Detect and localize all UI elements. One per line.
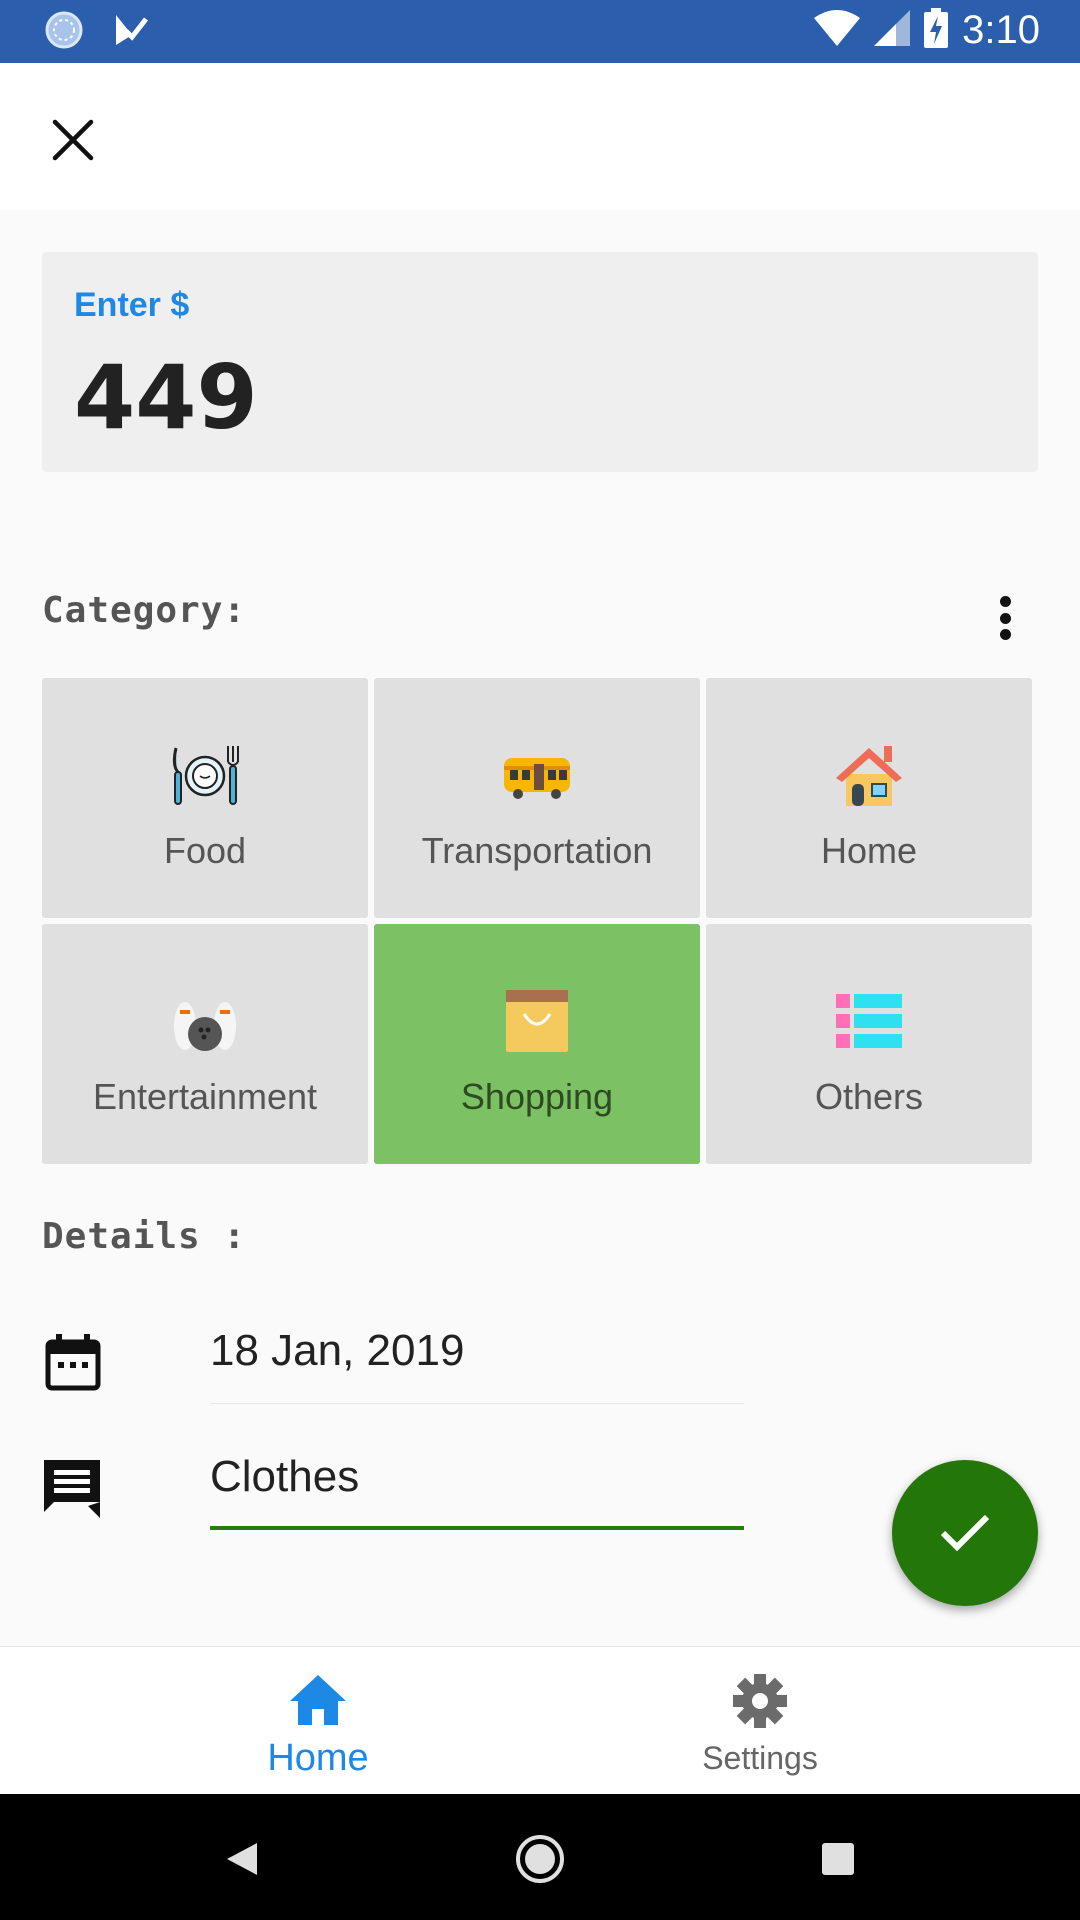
status-bar: 3:10: [0, 0, 1080, 63]
category-label-others: Others: [814, 1076, 924, 1117]
app-bar: [0, 63, 1080, 210]
list-icon: [836, 994, 902, 1048]
category-label-shopping: Shopping: [460, 1076, 614, 1117]
category-label-transportation: Transportation: [421, 830, 653, 871]
more-vert-icon-dot: [999, 612, 1011, 624]
app-notification-icon: [112, 11, 150, 54]
calendar-icon: [45, 1334, 101, 1391]
category-grid: Food Transportation Home Entertainment S…: [42, 678, 1038, 1164]
date-field[interactable]: 18 Jan, 2019: [210, 1314, 744, 1404]
category-food[interactable]: Food: [42, 678, 368, 918]
category-transportation[interactable]: Transportation: [374, 678, 700, 918]
category-shopping[interactable]: Shopping: [374, 924, 700, 1164]
note-row: Clothes: [42, 1440, 744, 1530]
nav-settings-label: Settings: [702, 1740, 818, 1776]
bottom-navigation: Home Settings: [0, 1646, 1080, 1794]
nav-settings[interactable]: Settings: [490, 1647, 1030, 1795]
category-others[interactable]: Others: [706, 924, 1032, 1164]
category-label-food: Food: [163, 830, 247, 871]
comment-icon: [44, 1460, 100, 1518]
category-label-entertainment: Entertainment: [92, 1076, 318, 1117]
sync-icon: [44, 10, 84, 55]
details-label: Details :: [42, 1216, 247, 1257]
plate-cutlery-icon: [172, 746, 239, 805]
back-button[interactable]: [206, 1824, 276, 1894]
home-system-button[interactable]: [505, 1824, 575, 1894]
more-vert-icon-dot: [999, 629, 1011, 640]
shopping-bag-icon: [506, 990, 568, 1052]
bowling-icon: [174, 1002, 236, 1051]
home-icon: [290, 1675, 346, 1725]
close-button[interactable]: [40, 107, 106, 173]
amount-value[interactable]: 449: [74, 346, 258, 449]
category-label: Category:: [42, 590, 247, 631]
status-time: 3:10: [962, 8, 1040, 52]
amount-label: Enter $: [74, 286, 190, 324]
wifi-icon: [814, 10, 861, 51]
recents-icon: [822, 1843, 854, 1875]
house-icon: [836, 746, 902, 806]
check-icon: [940, 1514, 990, 1552]
back-icon: [227, 1843, 257, 1875]
save-fab-button[interactable]: [892, 1460, 1038, 1606]
close-icon: [52, 119, 94, 161]
more-vert-icon: [999, 596, 1011, 607]
more-options-button[interactable]: [990, 590, 1020, 646]
battery-charging-icon: [924, 8, 949, 53]
amount-field[interactable]: Enter $ 449: [42, 252, 1038, 472]
recents-button[interactable]: [803, 1824, 873, 1894]
gear-icon: [733, 1674, 787, 1728]
category-label-home: Home: [820, 830, 918, 871]
signal-icon: [874, 10, 911, 51]
category-entertainment[interactable]: Entertainment: [42, 924, 368, 1164]
note-field[interactable]: Clothes: [210, 1440, 744, 1530]
date-row: 18 Jan, 2019: [42, 1314, 744, 1404]
system-nav-bar: [0, 1794, 1080, 1920]
bus-icon: [504, 758, 570, 799]
home-circle-icon: [516, 1835, 564, 1883]
category-home[interactable]: Home: [706, 678, 1032, 918]
